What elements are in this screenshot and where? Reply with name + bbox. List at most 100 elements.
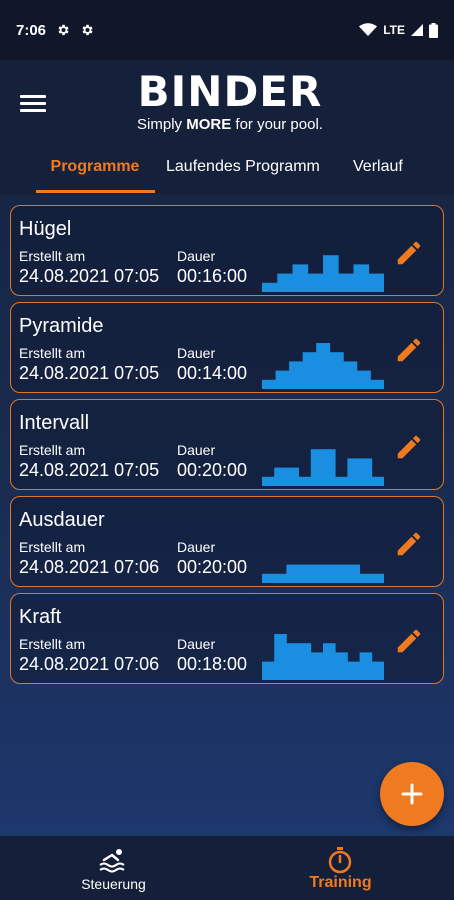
edit-pencil-icon[interactable] xyxy=(394,529,424,559)
program-card[interactable]: Hügel Erstellt am Dauer 24.08.2021 07:05 00:… xyxy=(10,205,444,296)
program-name: Hügel xyxy=(19,218,72,240)
profile-bar xyxy=(356,370,371,389)
created-value: 24.08.2021 07:05 xyxy=(19,266,160,286)
profile-bar xyxy=(274,634,287,680)
intensity-profile-chart xyxy=(262,343,384,389)
profile-bar xyxy=(262,573,275,583)
profile-bar xyxy=(347,564,360,583)
profile-bar xyxy=(370,379,384,389)
profile-bar xyxy=(286,564,299,583)
swimmer-icon xyxy=(99,849,125,873)
profile-bar xyxy=(371,476,384,486)
nav-training[interactable]: Training xyxy=(227,836,454,900)
battery-icon xyxy=(429,22,438,38)
nav-steuerung[interactable]: Steuerung xyxy=(0,836,227,900)
program-name: Ausdauer xyxy=(19,509,105,531)
profile-bar xyxy=(359,458,373,486)
created-label: Erstellt am xyxy=(19,636,86,652)
brand-name: BINDER xyxy=(137,67,323,116)
program-list: Hügel Erstellt am Dauer 24.08.2021 07:05 00:… xyxy=(10,205,444,690)
program-card[interactable]: Intervall Erstellt am Dauer 24.08.2021 07:0… xyxy=(10,399,444,490)
profile-bar xyxy=(335,564,348,583)
profile-bar xyxy=(298,476,312,486)
settings-gear-icon xyxy=(82,24,93,36)
profile-bar xyxy=(347,661,360,680)
duration-label: Dauer xyxy=(177,539,216,555)
profile-bar xyxy=(323,255,339,292)
profile-bar xyxy=(338,273,354,292)
profile-bar xyxy=(316,343,331,389)
app-header: BINDER Simply MORE for your pool. Progra… xyxy=(0,60,454,195)
duration-value: 00:20:00 xyxy=(177,460,248,480)
profile-bar xyxy=(262,476,275,486)
profile-bar xyxy=(335,652,348,680)
nav-training-label: Training xyxy=(309,874,372,891)
status-time: 7:06 xyxy=(16,21,47,39)
created-value: 24.08.2021 07:05 xyxy=(19,363,160,383)
profile-bar xyxy=(347,458,360,486)
edit-pencil-icon[interactable] xyxy=(394,335,424,365)
profile-bar xyxy=(262,282,278,292)
profile-bar xyxy=(359,652,373,680)
created-value: 24.08.2021 07:06 xyxy=(19,654,160,674)
profile-bar xyxy=(274,573,287,583)
tagline-suffix: for your pool. xyxy=(231,116,323,133)
profile-bar xyxy=(262,661,275,680)
created-label: Erstellt am xyxy=(19,345,86,361)
signal-icon xyxy=(411,24,423,36)
profile-bar xyxy=(310,652,324,680)
brand-logo: BINDER Simply MORE for your pool. xyxy=(120,67,340,134)
created-label: Erstellt am xyxy=(19,248,86,264)
program-card[interactable]: Pyramide Erstellt am Dauer 24.08.2021 07:05… xyxy=(10,302,444,393)
profile-bar xyxy=(274,467,287,486)
profile-bar xyxy=(292,264,309,292)
tab-bar: Programme Laufendes Programm Verlauf xyxy=(0,150,454,195)
profile-bar xyxy=(371,661,384,680)
program-name: Pyramide xyxy=(19,315,104,337)
created-label: Erstellt am xyxy=(19,442,86,458)
add-program-button[interactable] xyxy=(380,762,444,826)
profile-bar xyxy=(298,564,312,583)
profile-bar xyxy=(329,352,344,389)
tab-programme[interactable]: Programme xyxy=(36,150,154,176)
brand-tagline: Simply MORE for your pool. xyxy=(120,116,340,133)
edit-pencil-icon[interactable] xyxy=(394,432,424,462)
profile-bar xyxy=(323,449,336,486)
tagline-prefix: Simply xyxy=(137,116,187,133)
tab-laufendes-programm[interactable]: Laufendes Programm xyxy=(166,150,320,176)
profile-bar xyxy=(323,564,336,583)
profile-bar xyxy=(277,273,293,292)
program-name: Kraft xyxy=(19,606,62,628)
wifi-icon xyxy=(359,23,378,36)
plus-icon xyxy=(401,783,423,805)
duration-label: Dauer xyxy=(177,248,216,264)
profile-bar xyxy=(286,467,299,486)
program-name: Intervall xyxy=(19,412,90,434)
profile-bar xyxy=(335,476,348,486)
profile-bar xyxy=(310,564,324,583)
profile-bar xyxy=(353,264,370,292)
intensity-profile-chart xyxy=(262,564,384,583)
bottom-navigation: Steuerung Training xyxy=(0,836,454,900)
tagline-bold: MORE xyxy=(186,116,232,133)
status-bar: 7:06 LTE xyxy=(0,0,454,60)
program-card[interactable]: Kraft Erstellt am Dauer 24.08.2021 07:06 00:… xyxy=(10,593,444,684)
profile-bar xyxy=(298,643,312,680)
program-card[interactable]: Ausdauer Erstellt am Dauer 24.08.2021 07:06… xyxy=(10,496,444,587)
edit-pencil-icon[interactable] xyxy=(394,626,424,656)
profile-bar xyxy=(310,449,324,486)
nav-steuerung-label: Steuerung xyxy=(81,876,146,892)
created-label: Erstellt am xyxy=(19,539,86,555)
menu-icon[interactable] xyxy=(20,95,46,115)
duration-label: Dauer xyxy=(177,345,216,361)
profile-bar xyxy=(323,643,336,680)
intensity-profile-chart xyxy=(262,634,384,680)
created-value: 24.08.2021 07:05 xyxy=(19,460,160,480)
duration-label: Dauer xyxy=(177,636,216,652)
stopwatch-icon xyxy=(328,847,352,874)
tab-verlauf[interactable]: Verlauf xyxy=(353,150,403,176)
duration-value: 00:20:00 xyxy=(177,557,248,577)
profile-bar xyxy=(359,573,373,583)
duration-value: 00:14:00 xyxy=(177,363,248,383)
edit-pencil-icon[interactable] xyxy=(394,238,424,268)
